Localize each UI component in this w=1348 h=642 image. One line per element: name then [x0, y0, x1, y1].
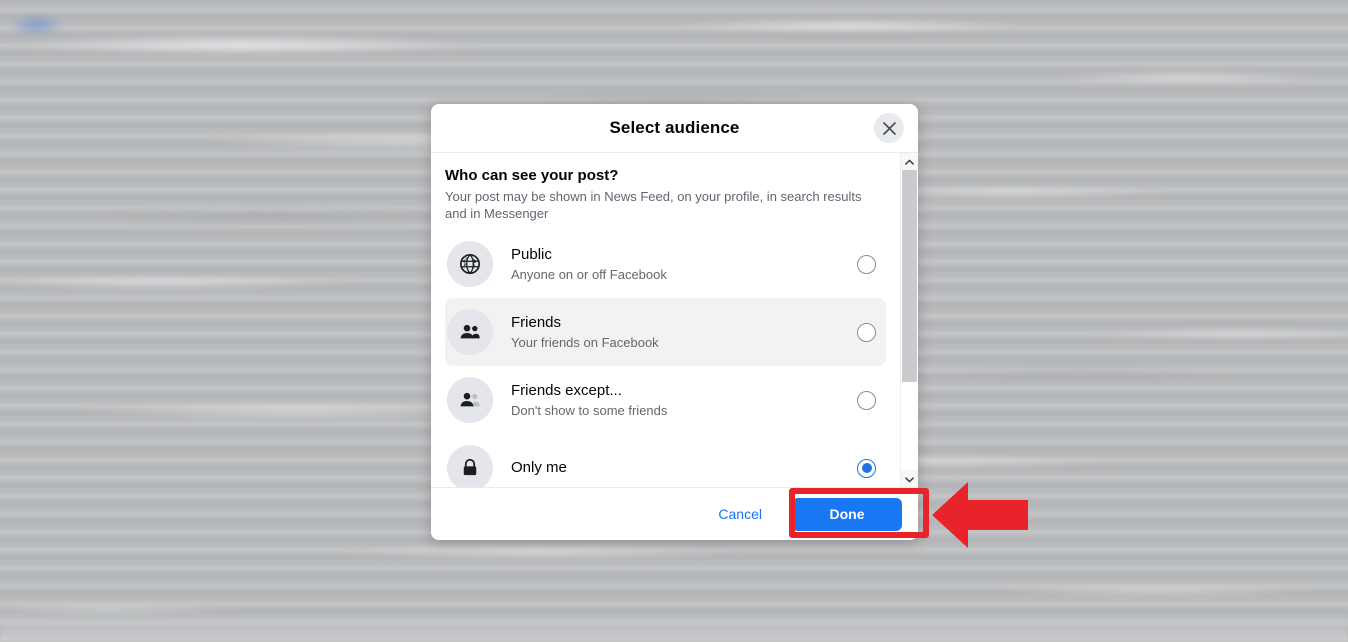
chevron-up-icon [905, 153, 914, 171]
audience-option-friends-except[interactable]: Friends except... Don't show to some fri… [445, 366, 886, 434]
option-text: Friends except... Don't show to some fri… [511, 381, 857, 420]
two-people-icon [447, 309, 493, 355]
audience-option-only-me[interactable]: Only me [445, 434, 886, 487]
option-description: Anyone on or off Facebook [511, 266, 667, 282]
lock-icon [447, 445, 493, 487]
option-text: Public Anyone on or off Facebook [511, 245, 857, 284]
audience-options-scroll-area: Who can see your post? Your post may be … [431, 153, 900, 487]
dialog-scrollbar[interactable] [900, 153, 918, 487]
audience-option-public[interactable]: Public Anyone on or off Facebook [445, 230, 886, 298]
option-text: Only me [511, 458, 857, 479]
radio-public[interactable] [857, 254, 876, 274]
dialog-footer: Cancel Done [431, 487, 918, 540]
option-label: Friends except... [511, 381, 622, 399]
dialog-title: Select audience [609, 118, 740, 137]
close-button[interactable] [874, 113, 904, 143]
done-button[interactable]: Done [792, 497, 902, 531]
option-label: Friends [511, 313, 562, 331]
scrollbar-thumb[interactable] [902, 170, 917, 382]
backdrop-blue-smudge [10, 14, 64, 36]
radio-only-me[interactable] [857, 458, 876, 478]
section-description: Your post may be shown in News Feed, on … [445, 189, 862, 221]
option-label: Only me [511, 458, 567, 476]
option-label: Public [511, 245, 552, 263]
option-text: Friends Your friends on Facebook [511, 313, 857, 352]
close-icon [882, 121, 897, 136]
option-description: Your friends on Facebook [511, 334, 659, 350]
globe-icon [447, 241, 493, 287]
cancel-button[interactable]: Cancel [718, 506, 762, 522]
scrollbar-down-button[interactable] [901, 470, 918, 487]
radio-friends[interactable] [857, 322, 876, 342]
person-minus-icon [447, 377, 493, 423]
radio-friends-except[interactable] [857, 390, 876, 410]
dialog-body-wrapper: Who can see your post? Your post may be … [431, 153, 918, 487]
dialog-header: Select audience [431, 104, 918, 153]
backdrop-bottom-band [0, 612, 1348, 642]
scrollbar-up-button[interactable] [901, 153, 918, 170]
section-heading: Who can see your post? [445, 167, 619, 184]
option-description: Don't show to some friends [511, 402, 668, 418]
select-audience-dialog: Select audience Who can see your post? Y… [431, 104, 918, 540]
chevron-down-icon [905, 470, 914, 488]
audience-option-friends[interactable]: Friends Your friends on Facebook [445, 298, 886, 366]
